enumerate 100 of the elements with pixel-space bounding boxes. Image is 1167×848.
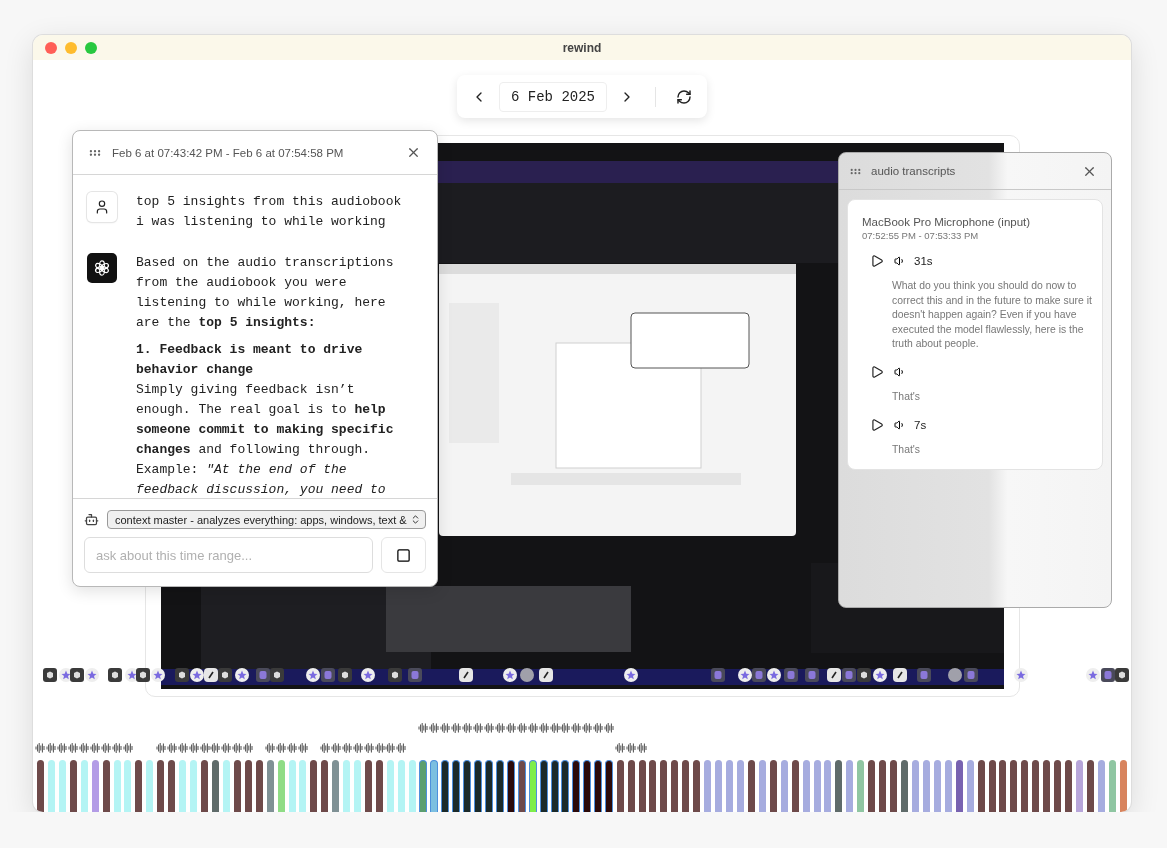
timeline-bar[interactable] — [255, 760, 263, 812]
timeline-bar[interactable] — [890, 760, 898, 812]
feather-app-icon — [539, 668, 553, 682]
time-range-label: Feb 6 at 07:43:42 PM - Feb 6 at 07:54:58 PM — [112, 146, 345, 159]
speaker-icon — [894, 255, 906, 267]
refresh-icon — [676, 88, 692, 105]
feather-app-icon — [204, 668, 218, 682]
square-app-icon — [752, 668, 766, 682]
window-title: rewind — [562, 40, 602, 55]
timeline-bar[interactable] — [321, 760, 329, 812]
square-app-icon — [842, 668, 856, 682]
timeline-bar[interactable] — [638, 760, 646, 812]
timeline-bar[interactable] — [1054, 760, 1062, 812]
cube-app-icon — [218, 668, 232, 682]
timeline-bar[interactable] — [693, 760, 701, 812]
timeline-bar[interactable] — [310, 760, 318, 812]
timeline-bar[interactable] — [233, 760, 241, 812]
timeline-bar[interactable] — [988, 760, 996, 812]
timeline-bar[interactable] — [1010, 760, 1018, 812]
stop-icon — [396, 547, 411, 563]
square-app-icon — [1101, 668, 1115, 682]
close-icon — [406, 145, 421, 160]
timeline-bar[interactable] — [1043, 760, 1051, 812]
timeline-bar[interactable] — [583, 760, 592, 812]
timeline-bar[interactable] — [791, 760, 799, 812]
model-select[interactable]: context master - analyzes everything: apps, windows, text & — [107, 510, 426, 529]
star-app-icon — [235, 668, 249, 682]
star-app-icon — [361, 668, 375, 682]
timeline-bar[interactable] — [484, 760, 493, 812]
timeline-bar[interactable] — [649, 760, 657, 812]
timeline-bar[interactable] — [605, 760, 614, 812]
timeline-bar[interactable] — [1032, 760, 1040, 812]
star-app-icon — [503, 668, 517, 682]
square-app-icon — [408, 668, 422, 682]
bot-icon — [84, 512, 99, 527]
timeline-bar[interactable] — [473, 760, 482, 812]
timeline-bar[interactable] — [495, 760, 504, 812]
timeline-bar[interactable] — [452, 760, 461, 812]
timeline-bar[interactable] — [168, 760, 176, 812]
square-app-icon — [917, 668, 931, 682]
transcript-text: That's — [892, 389, 921, 404]
feather-app-icon — [893, 668, 907, 682]
timeline-bar[interactable] — [747, 760, 755, 812]
cube-app-icon — [175, 668, 189, 682]
stop-button[interactable] — [381, 537, 426, 573]
play-icon — [870, 364, 884, 379]
cube-app-icon — [857, 668, 871, 682]
timeline-bar[interactable] — [769, 760, 777, 812]
play-icon — [870, 417, 884, 432]
timeline-bar[interactable] — [506, 760, 515, 812]
play-icon — [870, 254, 884, 268]
timeline-bar[interactable] — [879, 760, 887, 812]
message-text: top 5 insights from this audiobook i was listening to while working — [136, 193, 403, 231]
timeline-bar[interactable] — [376, 760, 384, 812]
timeline-bar[interactable] — [1021, 760, 1029, 812]
timeline-bar[interactable] — [572, 760, 581, 812]
timeline-bar[interactable] — [550, 760, 559, 812]
timeline-bar[interactable] — [135, 760, 143, 812]
transcript-text: What do you think you should do now to correct this and in the future to make sure it doesn't happen again? Even if you have executed the model flawlessly, here is the truth about people. — [892, 279, 1092, 352]
timeline-bar[interactable] — [36, 760, 44, 812]
timeline-bar[interactable] — [365, 760, 373, 812]
star-app-icon — [1086, 668, 1100, 682]
timeline-bar[interactable] — [244, 760, 252, 812]
speaker-icon — [894, 418, 906, 431]
timeline-bar[interactable] — [682, 760, 690, 812]
timeline-bar[interactable] — [539, 760, 548, 812]
star-app-icon — [873, 668, 887, 682]
timeline-bar[interactable] — [517, 760, 526, 812]
timeline-bar[interactable] — [671, 760, 679, 812]
timeline-bar[interactable] — [594, 760, 603, 812]
timeline-bar[interactable] — [463, 760, 472, 812]
star-app-icon — [767, 668, 781, 682]
timeline-bar[interactable] — [69, 760, 77, 812]
panel-title: audio transcripts — [871, 165, 957, 177]
star-app-icon — [190, 668, 204, 682]
timeline-bar[interactable] — [627, 760, 635, 812]
person-icon — [94, 199, 110, 215]
duration-label: 7s — [914, 418, 927, 431]
cube-app-icon — [338, 668, 352, 682]
timeline-bar[interactable] — [977, 760, 985, 812]
timeline-bar[interactable] — [441, 760, 450, 812]
timeline-bar[interactable] — [1086, 760, 1094, 812]
timeline-bar[interactable] — [157, 760, 165, 812]
timeline-bar[interactable] — [616, 760, 624, 812]
cube-app-icon — [43, 668, 57, 682]
timeline-bar[interactable] — [660, 760, 668, 812]
timeline-bar[interactable] — [201, 760, 209, 812]
timeline-bar[interactable] — [868, 760, 876, 812]
message-text: Based on the audio transcriptions from the audiobook you were listening to while working, here are the top 5 insights: — [136, 254, 395, 332]
chat-input-field[interactable]: ask about this time range... — [84, 537, 373, 573]
cube-app-icon — [270, 668, 284, 682]
timeline-bar[interactable] — [102, 760, 110, 812]
timeline-bar[interactable] — [999, 760, 1007, 812]
date-field[interactable]: 6 Feb 2025 — [499, 81, 607, 112]
timeline-bar[interactable] — [561, 760, 570, 812]
close-window-button[interactable] — [45, 42, 57, 54]
circle-app-icon — [520, 668, 534, 682]
square-app-icon — [805, 668, 819, 682]
square-app-icon — [256, 668, 270, 682]
timeline-bar[interactable] — [1065, 760, 1073, 812]
